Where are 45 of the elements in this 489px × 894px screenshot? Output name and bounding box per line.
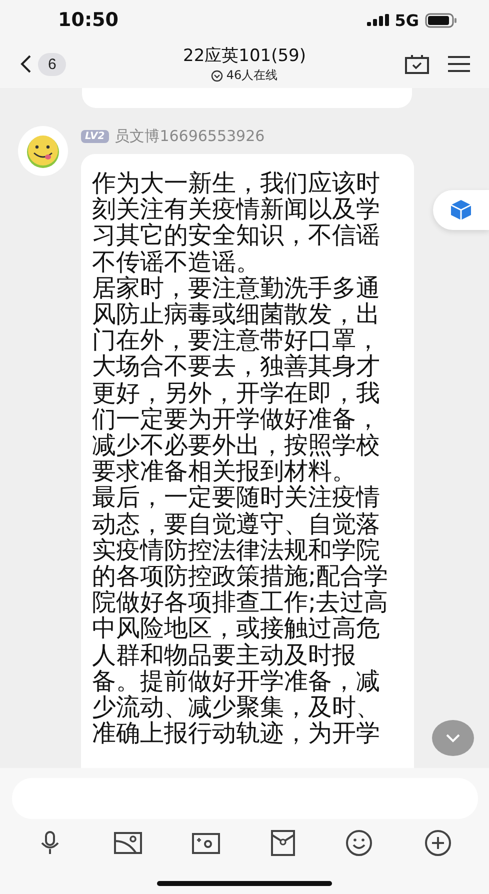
message-text-line: 要求准备相关报到材料。 [92,458,356,484]
sender-name: 员文博16696553926 [114,126,265,146]
status-time: 10:50 [58,9,118,31]
menu-icon[interactable] [447,55,471,73]
cube-icon [449,198,473,222]
signal-icon [366,14,389,26]
battery-icon [425,12,457,28]
add-icon[interactable] [424,829,452,857]
message-text-line: 准确上报行动轨迹，为开学 [92,720,381,746]
message-text-line: 作为大一新生，我们应该时 [92,170,381,196]
group-title: 22应英101(59) [183,45,306,67]
message-text-line: 动态，要自觉遵守、自觉落 [92,510,381,537]
message-text-line: 人群和物品要主动及时报 [92,642,357,668]
message-text-line: 实疫情防控法律法规和学院 [92,536,381,564]
message-text-line: 的各项防控政策措施;配合学 [92,563,390,590]
message-text-line: 最后，一定要随时关注疫情 [92,484,381,511]
message-text-line: 备。提前做好开学准备，减 [92,668,381,694]
chevron-down-icon [445,733,461,743]
envelope-icon[interactable] [270,830,295,856]
message-text-line: 们一定要为开学做好准备， [92,406,381,432]
checklist-icon[interactable] [405,54,429,74]
unread-count: 6 [38,52,66,76]
level-badge: LV2 [81,130,109,142]
image-icon[interactable] [114,831,142,855]
floating-app-button[interactable] [433,190,489,230]
message-text-line: 刻关注有关疫情新闻以及学 [92,196,381,222]
network-label: 5G [394,10,419,30]
message-text-line: 减少不必要外出，按照学校 [92,432,381,458]
online-count: 46人在线 [226,67,278,84]
message-text-line: 大场合不要去，独善其身才 [92,353,381,380]
emoji-icon[interactable] [345,829,374,857]
message-text-line: 院做好各项排查工作;去过高 [92,589,390,616]
message-text-line: 风防止病毒或细菌散发，出 [92,301,381,328]
smiley-avatar [18,126,68,176]
chevron-down-icon [211,70,224,82]
message-text-line: 习其它的安全知识，不信谣 [92,222,381,249]
message-text-line: 中风险地区，或接触过高危 [92,615,381,642]
back-icon [20,54,32,74]
back-button[interactable]: 6 [20,52,66,76]
message-text-line: 更好，另外，开学在即，我 [92,380,381,406]
camera-icon[interactable] [192,831,220,855]
message-text-line: 不传谣不造谣。 [92,248,261,275]
message-text-line: 居家时，要注意勤洗手多通 [92,274,381,302]
message-text-line: 门在外，要注意带好口罩， [92,327,381,354]
message-text-line: 少流动、减少聚集，及时、 [92,694,381,720]
